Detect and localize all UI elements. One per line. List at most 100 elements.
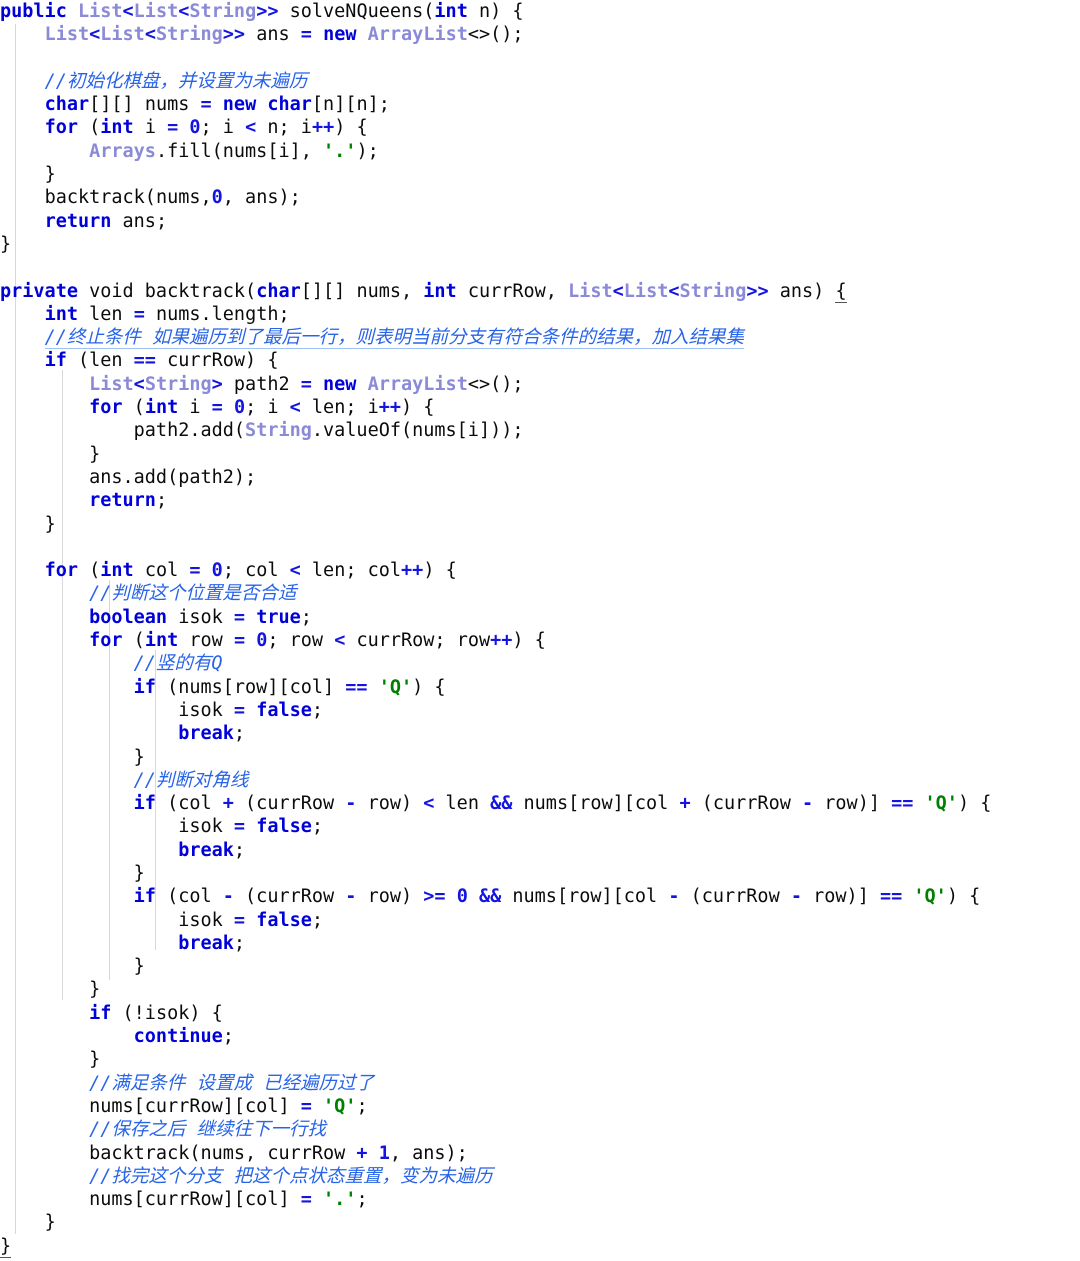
code-line[interactable]: nums[currRow][col] = 'Q'; (0, 1095, 1080, 1118)
code-token-num: 1 (378, 1142, 390, 1164)
code-line[interactable]: //找完这个分支 把这个点状态重置，变为未遍历 (0, 1165, 1080, 1188)
code-line[interactable]: } (0, 1048, 1080, 1071)
code-line[interactable] (0, 256, 1080, 279)
code-token-pln: i (133, 117, 168, 139)
code-token-pln: len; i (300, 397, 379, 419)
code-line[interactable] (0, 536, 1080, 559)
code-editor[interactable]: public List<List<String>> solveNQueens(i… (0, 0, 1080, 1261)
code-line[interactable]: for (int i = 0; i < len; i++) { (0, 396, 1080, 419)
code-line[interactable]: } (0, 233, 1080, 256)
code-line[interactable]: List<List<String>> ans = new ArrayList<>… (0, 23, 1080, 46)
code-token-pln: row) (356, 793, 424, 815)
code-line[interactable]: for (int col = 0; col < len; col++) { (0, 559, 1080, 582)
code-line[interactable]: //满足条件 设置成 已经遍历过了 (0, 1072, 1080, 1095)
code-token-pln: [][] nums (89, 94, 201, 116)
code-line[interactable]: } (0, 978, 1080, 1001)
code-token-pln: ; (155, 490, 168, 512)
code-token-cls: List (77, 1, 123, 22)
code-token-kw: int (144, 397, 179, 419)
code-line[interactable]: //保存之后 继续往下一行找 (0, 1118, 1080, 1141)
code-line[interactable]: ans.add(path2); (0, 466, 1080, 489)
code-token-pln: void backtrack( (77, 280, 257, 302)
code-line[interactable]: if (col + (currRow - row) < len && nums[… (0, 792, 1080, 815)
code-line[interactable]: //初始化棋盘，并设置为未遍历 (0, 70, 1080, 93)
code-token-pln: ; (222, 1026, 234, 1048)
code-line[interactable]: isok = false; (0, 815, 1080, 838)
code-line[interactable]: path2.add(String.valueOf(nums[i])); (0, 419, 1080, 442)
code-content[interactable]: public List<List<String>> solveNQueens(i… (0, 0, 1080, 1258)
code-token-kw: int (100, 117, 134, 139)
code-token-pln (201, 560, 212, 581)
code-line[interactable]: for (int row = 0; row < currRow; row++) … (0, 629, 1080, 652)
code-line[interactable]: break; (0, 839, 1080, 862)
code-line[interactable]: //判断这个位置是否合适 (0, 582, 1080, 605)
code-token-pln: ); (356, 140, 379, 162)
code-line[interactable]: continue; (0, 1025, 1080, 1048)
code-line[interactable]: backtrack(nums, currRow + 1, ans); (0, 1142, 1080, 1165)
code-line[interactable]: //终止条件 如果遍历到了最后一行，则表明当前分支有符合条件的结果，加入结果集 (0, 326, 1080, 350)
code-token-pln: , ans); (222, 187, 301, 209)
code-line[interactable]: break; (0, 932, 1080, 955)
code-token-pln (902, 886, 913, 907)
code-line[interactable]: int len = nums.length; (0, 303, 1080, 326)
code-line[interactable] (0, 47, 1080, 70)
code-line[interactable]: } (0, 862, 1080, 885)
code-token-kw: break (178, 723, 234, 745)
code-line[interactable]: char[][] nums = new char[n][n]; (0, 93, 1080, 116)
code-line[interactable]: } (0, 1211, 1080, 1234)
code-line[interactable]: } (0, 1235, 1080, 1258)
code-token-pln: <>(); (467, 24, 524, 46)
code-token-kw: char (256, 280, 301, 302)
code-token-op: + (679, 793, 691, 815)
code-token-cls: List (89, 373, 134, 395)
code-token-pln: <>(); (467, 373, 524, 395)
code-line[interactable]: public List<List<String>> solveNQueens(i… (0, 0, 1080, 23)
code-token-pln: ; (233, 839, 246, 861)
code-token-pln: isok (178, 909, 234, 931)
code-line[interactable]: private void backtrack(char[][] nums, in… (0, 280, 1080, 303)
code-line[interactable]: } (0, 746, 1080, 769)
code-token-pln (178, 117, 189, 138)
code-line[interactable]: boolean isok = true; (0, 606, 1080, 629)
code-line[interactable]: if (!isok) { (0, 1002, 1080, 1025)
code-line[interactable]: } (0, 163, 1080, 186)
code-line[interactable]: if (col - (currRow - row) >= 0 && nums[r… (0, 885, 1080, 908)
code-token-pln: (currRow (233, 793, 346, 815)
code-token-cmt: //保存之后 继续往下一行找 (89, 1119, 327, 1141)
code-line[interactable]: return; (0, 489, 1080, 512)
code-line[interactable]: Arrays.fill(nums[i], '.'); (0, 140, 1080, 163)
code-line[interactable]: List<String> path2 = new ArrayList<>(); (0, 373, 1080, 396)
code-token-pln: ) { (423, 560, 457, 582)
code-token-pln: currRow, (456, 280, 569, 302)
code-line[interactable]: backtrack(nums,0, ans); (0, 186, 1080, 209)
code-line[interactable]: if (len == currRow) { (0, 349, 1080, 372)
code-line[interactable]: isok = false; (0, 699, 1080, 722)
code-line[interactable]: return ans; (0, 210, 1080, 233)
code-token-kw: char (44, 94, 90, 116)
code-token-pln: solveNQueens( (278, 1, 435, 22)
code-line[interactable]: //竖的有Q (0, 652, 1080, 675)
code-line[interactable]: if (nums[row][col] == 'Q') { (0, 676, 1080, 699)
code-line[interactable]: for (int i = 0; i < n; i++) { (0, 116, 1080, 139)
code-line[interactable]: } (0, 513, 1080, 536)
code-token-pln: [n][n]; (311, 94, 390, 116)
code-token-pln: nums[row][col (501, 886, 669, 908)
code-token-pln: ans.add(path2); (89, 466, 257, 488)
code-line[interactable]: nums[currRow][col] = '.'; (0, 1188, 1080, 1211)
code-line[interactable]: //判断对角线 (0, 769, 1080, 792)
code-line[interactable]: isok = false; (0, 909, 1080, 932)
code-line[interactable]: } (0, 955, 1080, 978)
code-line[interactable]: } (0, 443, 1080, 466)
code-line[interactable]: break; (0, 722, 1080, 745)
code-token-kw: int (100, 560, 134, 582)
code-token-op: && (490, 793, 513, 815)
code-token-pln: } (133, 862, 145, 884)
